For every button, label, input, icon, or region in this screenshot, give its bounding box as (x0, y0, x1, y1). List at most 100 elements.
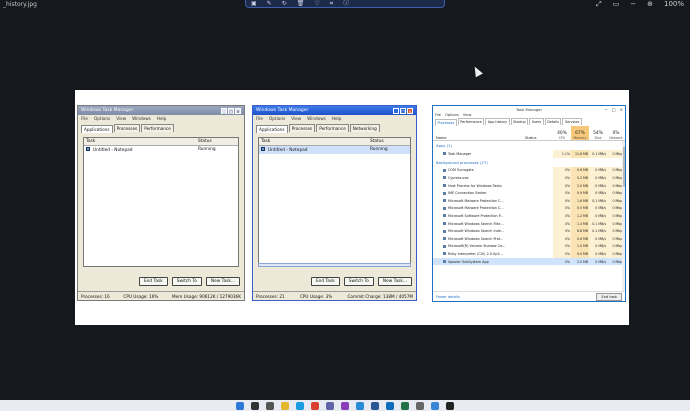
fullscreen-icon[interactable]: ⤢ (596, 1, 602, 8)
process-row[interactable]: Microsoft Windows Search Filte... 0% 1.4 M… (433, 219, 625, 228)
process-row[interactable]: Microsoft Windows Search Prot... 0% 0.6 MB… (433, 234, 625, 243)
tab-applications[interactable]: Applications (81, 125, 113, 133)
switch-to-button[interactable]: Switch To (171, 277, 202, 286)
title-bar[interactable]: Windows Task Manager _ □ × (253, 106, 416, 115)
tab-processes[interactable]: Processes (113, 124, 141, 132)
task-view-icon[interactable] (266, 401, 274, 410)
favorite-icon[interactable]: ♡ (314, 0, 319, 7)
process-row[interactable]: Microsoft Malware Protection C... 0% 1.6 M… (433, 196, 625, 205)
title-bar[interactable]: Windows Task Manager _ □ × (78, 106, 244, 115)
tab-users[interactable]: Users (529, 118, 544, 125)
process-row[interactable]: Microsoft Windows Search Inde... 0% 6.8 MB… (433, 227, 625, 235)
maximize-icon[interactable]: □ (612, 107, 616, 112)
settings-icon[interactable] (416, 401, 424, 410)
tab-processes[interactable]: Processes (288, 124, 316, 132)
column-task[interactable]: Task (84, 138, 196, 145)
end-task-button[interactable]: End task (596, 292, 622, 301)
column-disk[interactable]: 54% Disk (589, 126, 607, 140)
menu-view[interactable]: View (291, 116, 301, 121)
minimize-icon[interactable]: _ (393, 107, 399, 114)
vertical-scrollbar[interactable] (622, 141, 625, 291)
image-icon[interactable]: ▣ (251, 0, 257, 7)
photos-icon[interactable] (356, 401, 364, 410)
close-icon[interactable]: × (235, 107, 241, 114)
close-icon[interactable]: × (620, 107, 623, 112)
start-icon[interactable] (236, 401, 244, 410)
menu-file[interactable]: File (81, 116, 88, 121)
end-task-button[interactable]: End Task (310, 277, 340, 286)
process-row[interactable]: Ruby Interpreter (CUI) 2.0.0p3... 0% 9.0 M… (433, 250, 625, 258)
info-icon[interactable]: ⓘ (343, 0, 349, 7)
column-name[interactable]: Name (433, 126, 525, 140)
process-row[interactable]: Cypress.exe 0% 0.2 MB 0 MB/s 0 Mbps (433, 174, 625, 182)
maximize-icon[interactable]: □ (400, 107, 406, 114)
tab-applications[interactable]: Applications (256, 125, 288, 133)
teams-icon[interactable] (326, 401, 334, 410)
column-network[interactable]: 0% Network (607, 126, 625, 140)
maximize-icon[interactable]: □ (228, 107, 234, 114)
column-status[interactable]: Status (368, 138, 410, 145)
process-row[interactable]: Host Process for Windows Tasks 0% 2.0 MB 0 … (433, 181, 625, 190)
tab-performance[interactable]: Performance (141, 124, 174, 132)
fewer-details-link[interactable]: Fewer details (436, 295, 460, 299)
excel-icon[interactable] (401, 401, 409, 410)
column-status[interactable]: Status (196, 138, 238, 145)
menu-help[interactable]: Help (332, 116, 342, 121)
tab-startup[interactable]: Startup (510, 118, 529, 125)
group-background[interactable]: Background processes (27) (433, 158, 625, 167)
group-apps[interactable]: Apps (1) (433, 141, 625, 150)
horizontal-scrollbar[interactable] (258, 263, 411, 267)
minimize-icon[interactable]: − (605, 107, 608, 112)
search-icon[interactable] (251, 401, 259, 410)
tab-processes[interactable]: Processes (435, 119, 457, 126)
onenote-icon[interactable] (341, 401, 349, 410)
word-icon[interactable] (371, 401, 379, 410)
zoom-out-icon[interactable]: − (630, 1, 636, 8)
menu-options[interactable]: Options (445, 113, 459, 117)
menu-options[interactable]: Options (269, 116, 285, 121)
column-memory[interactable]: 67% Memory (571, 126, 589, 140)
minimize-icon[interactable]: _ (221, 107, 227, 114)
process-row[interactable]: Task Manager 1.1% 11.6 MB 0.1 MB/s 0 Mbps (433, 150, 625, 158)
process-row[interactable]: Spooler SubSystem App 0% 2.0 MB 0 MB/s 0 Mbp… (433, 257, 625, 266)
file-explorer-icon[interactable] (281, 401, 289, 410)
menu-options[interactable]: Options (94, 116, 110, 121)
zoom-in-icon[interactable]: ⊕ (647, 1, 653, 8)
chrome-icon[interactable] (311, 401, 319, 410)
tab-performance[interactable]: Performance (457, 118, 485, 125)
menu-file[interactable]: File (256, 116, 263, 121)
terminal-icon[interactable] (446, 401, 454, 410)
process-row[interactable]: Microsoft Software Protection P... 0% 1.2 … (433, 212, 625, 220)
menu-view[interactable]: View (116, 116, 126, 121)
end-task-button[interactable]: End Task (138, 277, 168, 286)
tab-services[interactable]: Services (562, 118, 582, 125)
switch-to-button[interactable]: Switch To (343, 277, 374, 286)
process-row[interactable]: IME Connection Broker 0% 0.9 MB 0 MB/s 0 Mbp… (433, 189, 625, 197)
tab-app-history[interactable]: App history (485, 118, 510, 125)
new-task-button[interactable]: New Task... (205, 277, 240, 286)
tab-networking[interactable]: Networking (349, 124, 380, 132)
task-row[interactable]: Untitled - Notepad Running (259, 146, 410, 154)
menu-view[interactable]: View (463, 113, 472, 117)
menu-windows[interactable]: Windows (307, 116, 326, 121)
menu-help[interactable]: Help (157, 116, 167, 121)
tab-performance[interactable]: Performance (316, 124, 349, 132)
new-task-button[interactable]: New Task... (377, 277, 412, 286)
task-row[interactable]: Untitled - Notepad Running (84, 146, 238, 154)
column-status[interactable]: Status (525, 126, 553, 140)
edit-icon[interactable]: ✎ (267, 0, 272, 7)
process-row[interactable]: Microsoft Malware Protection C... 0% 0.5 M… (433, 204, 625, 213)
edge-icon[interactable] (296, 401, 304, 410)
process-row[interactable]: COM Surrogate 0% 0.6 MB 0 MB/s 0 Mbps (433, 166, 625, 175)
menu-file[interactable]: File (435, 113, 441, 117)
outlook-icon[interactable] (386, 401, 394, 410)
column-cpu[interactable]: 40% CPU (553, 126, 571, 140)
title-bar[interactable]: Task Manager − □ × (433, 106, 625, 113)
crop-icon[interactable]: ⌗ (330, 0, 333, 7)
column-task[interactable]: Task (259, 138, 368, 145)
store-icon[interactable] (431, 401, 439, 410)
rotate-icon[interactable]: ↻ (282, 0, 287, 7)
delete-icon[interactable]: 🗑 (297, 0, 305, 7)
process-row[interactable]: Microsoft(R) Volume Shadow Co... 0% 1.0 MB… (433, 242, 625, 251)
menu-windows[interactable]: Windows (132, 116, 151, 121)
